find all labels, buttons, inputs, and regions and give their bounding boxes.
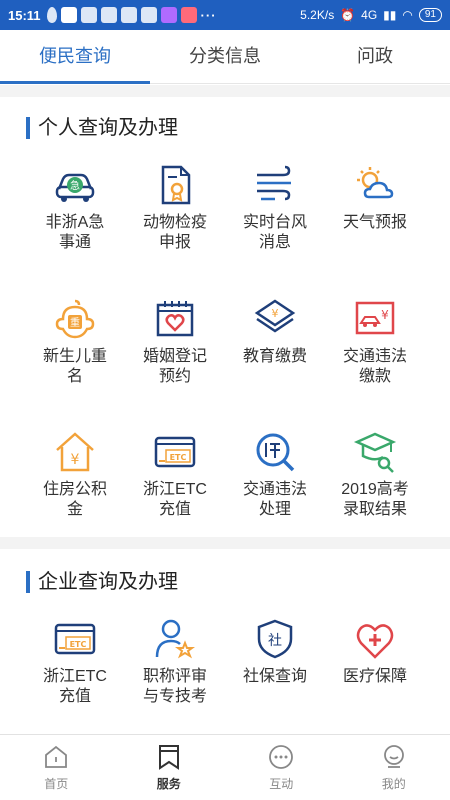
document-icon bbox=[161, 165, 191, 205]
svg-text:急: 急 bbox=[70, 179, 80, 192]
bottom-navigation: 首页 服务 互动 我的 bbox=[0, 734, 450, 800]
alarm-icon: ⏰ bbox=[340, 8, 356, 22]
grid-item-label: 职称评审 与专技考 bbox=[142, 668, 207, 705]
graduation-icon bbox=[353, 432, 397, 473]
grid-item-label: 社保查询 bbox=[242, 668, 307, 685]
grid-item-title-review[interactable]: 职称评审 与专技考 bbox=[125, 617, 225, 707]
baby-icon: 重 bbox=[55, 299, 95, 339]
section-personal: 个人查询及办理 急 非浙A急 事通 动物检疫 申报 实时台风 消息 天气预报 重… bbox=[0, 97, 450, 537]
divider bbox=[0, 537, 450, 549]
etc-card-icon: ETC bbox=[154, 436, 196, 468]
nav-service[interactable]: 服务 bbox=[113, 735, 226, 800]
app-notification-icon bbox=[160, 7, 177, 23]
notification-icons: ··· bbox=[46, 7, 217, 23]
app-notification-icon bbox=[180, 7, 197, 23]
traffic-fine-icon: ¥ bbox=[355, 301, 395, 335]
tab-category-info[interactable]: 分类信息 bbox=[150, 30, 300, 83]
nav-home[interactable]: 首页 bbox=[0, 735, 113, 800]
svg-text:¥: ¥ bbox=[272, 307, 279, 320]
grid-item-label: 浙江ETC 充值 bbox=[142, 481, 207, 518]
wifi-icon: ◠ bbox=[402, 8, 413, 22]
drop-icon bbox=[46, 7, 57, 23]
wechat-icon bbox=[140, 7, 157, 23]
grid-item-label: 2019高考 录取结果 bbox=[341, 481, 409, 518]
grid-item-emergency[interactable]: 急 非浙A急 事通 bbox=[25, 163, 125, 253]
battery-icon: 91 bbox=[418, 8, 442, 22]
grid-item-traffic-handle[interactable]: 交通违法 处理 bbox=[225, 430, 325, 520]
profile-icon bbox=[383, 745, 404, 768]
grid-item-label: 非浙A急 事通 bbox=[45, 214, 105, 251]
grid-item-label: 教育缴费 bbox=[242, 348, 307, 365]
home-icon bbox=[45, 745, 68, 768]
signal-icon: ▮▮ bbox=[383, 8, 397, 22]
nav-profile[interactable]: 我的 bbox=[338, 735, 450, 800]
social-security-icon: 社 bbox=[257, 619, 293, 659]
status-time: 15:11 bbox=[8, 7, 41, 23]
svg-text:¥: ¥ bbox=[71, 452, 80, 468]
wechat-icon bbox=[120, 7, 137, 23]
grid-item-label: 新生儿重 名 bbox=[42, 348, 107, 385]
svg-text:重: 重 bbox=[70, 316, 80, 329]
medical-heart-icon bbox=[356, 624, 394, 659]
grid-item-traffic-fine[interactable]: ¥ 交通违法 缴款 bbox=[325, 297, 425, 387]
grid-item-label: 交通违法 缴款 bbox=[342, 348, 407, 385]
network-speed: 5.2K/s bbox=[300, 8, 335, 22]
grid-item-social-security[interactable]: 社 社保查询 bbox=[225, 617, 325, 687]
person-star-icon bbox=[155, 619, 195, 659]
grid-item-label: 婚姻登记 预约 bbox=[142, 348, 207, 385]
svg-text:社: 社 bbox=[268, 633, 282, 649]
svg-text:ETC: ETC bbox=[70, 640, 87, 649]
grid-item-gaokao[interactable]: 2019高考 录取结果 bbox=[325, 430, 425, 520]
section-title: 企业查询及办理 bbox=[26, 569, 178, 595]
wechat-icon bbox=[100, 7, 117, 23]
bookmark-icon bbox=[158, 745, 179, 770]
svg-text:ETC: ETC bbox=[170, 453, 187, 462]
grid-item-label: 交通违法 处理 bbox=[242, 481, 307, 518]
nav-interact[interactable]: 互动 bbox=[225, 735, 338, 800]
video-app-icon bbox=[60, 7, 77, 23]
chat-icon bbox=[269, 745, 294, 769]
section-title: 个人查询及办理 bbox=[26, 115, 178, 141]
grid-item-label: 住房公积 金 bbox=[42, 481, 107, 518]
tab-politics[interactable]: 问政 bbox=[300, 30, 450, 83]
section-enterprise: 企业查询及办理 ETC 浙江ETC 充值 职称评审 与专技考 社 社保查询 医疗… bbox=[0, 549, 450, 729]
signal-label: 4G bbox=[361, 8, 378, 22]
grid-item-label: 医疗保障 bbox=[342, 668, 407, 685]
education-icon: ¥ bbox=[254, 299, 296, 333]
grid-item-marriage[interactable]: 婚姻登记 预约 bbox=[125, 297, 225, 387]
svg-text:¥: ¥ bbox=[381, 308, 389, 322]
more-notifications-icon: ··· bbox=[200, 7, 217, 23]
top-tabs: 便民查询 分类信息 问政 bbox=[0, 30, 450, 84]
grid-item-medical[interactable]: 医疗保障 bbox=[325, 617, 425, 687]
etc-card-icon: ETC bbox=[54, 623, 96, 655]
tab-convenience-query[interactable]: 便民查询 bbox=[0, 30, 150, 84]
car-icon: 急 bbox=[55, 173, 95, 202]
grid-item-weather[interactable]: 天气预报 bbox=[325, 163, 425, 233]
grid-item-newborn-name[interactable]: 重 新生儿重 名 bbox=[25, 297, 125, 387]
grid-item-label: 实时台风 消息 bbox=[242, 214, 307, 251]
grid-item-label: 动物检疫 申报 bbox=[142, 214, 207, 251]
grid-item-education-fee[interactable]: ¥ 教育缴费 bbox=[225, 297, 325, 367]
traffic-handle-icon bbox=[256, 433, 295, 472]
grid-item-typhoon[interactable]: 实时台风 消息 bbox=[225, 163, 325, 253]
grid-item-label: 浙江ETC 充值 bbox=[42, 668, 107, 705]
grid-item-label: 天气预报 bbox=[342, 214, 407, 231]
status-bar: 15:11 ··· 5.2K/s ⏰ 4G ▮▮ ◠ 91 bbox=[0, 0, 450, 30]
divider bbox=[0, 85, 450, 97]
house-fund-icon: ¥ bbox=[56, 432, 94, 472]
app-notification-icon bbox=[80, 7, 97, 23]
grid-item-etc-recharge[interactable]: ETC 浙江ETC 充值 bbox=[125, 430, 225, 520]
weather-icon bbox=[357, 167, 394, 199]
wind-icon bbox=[257, 165, 291, 201]
calendar-heart-icon bbox=[156, 301, 194, 337]
grid-item-animal-quarantine[interactable]: 动物检疫 申报 bbox=[125, 163, 225, 253]
grid-item-etc-recharge-enterprise[interactable]: ETC 浙江ETC 充值 bbox=[25, 617, 125, 707]
grid-item-housing-fund[interactable]: ¥ 住房公积 金 bbox=[25, 430, 125, 520]
